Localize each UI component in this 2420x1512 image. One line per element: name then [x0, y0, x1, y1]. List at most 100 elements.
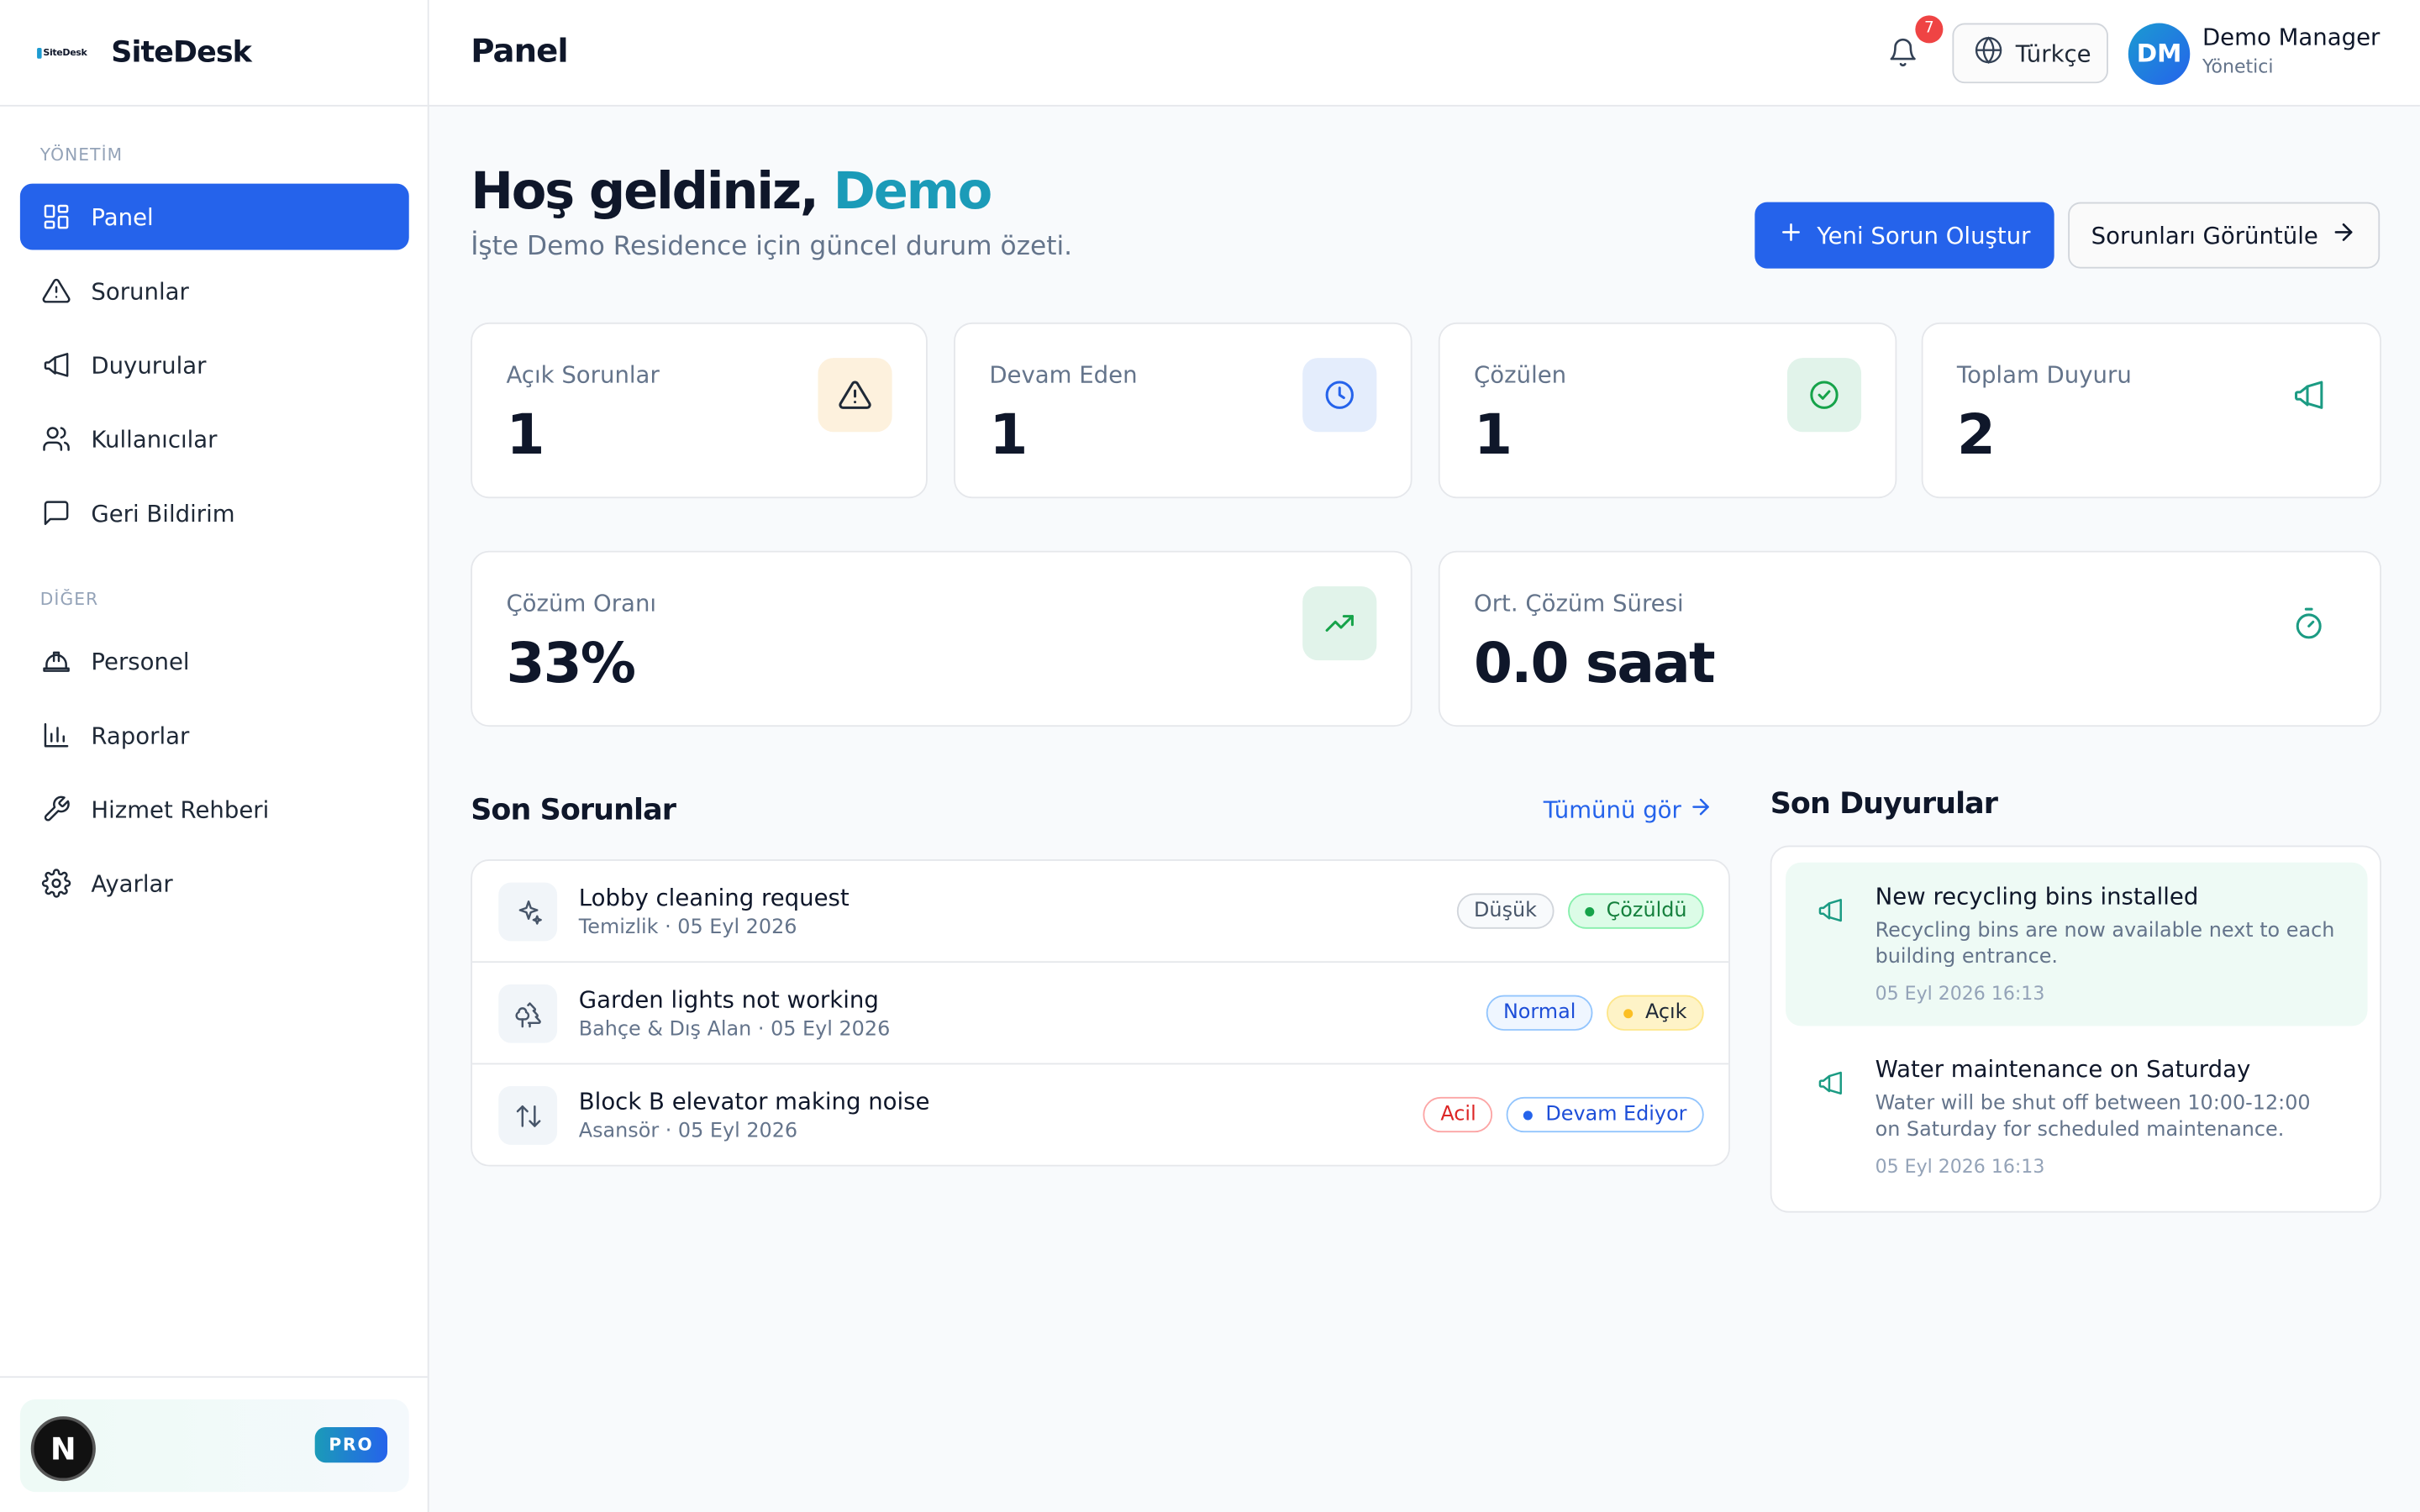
sidebar-item-sorunlar[interactable]: Sorunlar — [20, 258, 409, 324]
arrow-right-icon — [2318, 219, 2357, 252]
announcement-date: 05 Eyl 2026 16:13 — [1875, 982, 2045, 1005]
issue-title: Garden lights not working — [578, 985, 879, 1014]
stat-value: 1 — [989, 404, 1028, 468]
stat-label: Çözüm Oranı — [506, 589, 657, 617]
recent-announcements-title: Son Duyurular — [1770, 786, 1998, 822]
sidebar-item-kullanicilar[interactable]: Kullanıcılar — [20, 406, 409, 472]
megaphone-icon — [2272, 358, 2346, 432]
stat-label: Ort. Çözüm Süresi — [1474, 589, 1684, 617]
wrench-icon — [40, 794, 71, 825]
announcement-body: Water will be shut off between 10:00-12:… — [1875, 1092, 2311, 1142]
issue-row[interactable]: Garden lights not working Bahçe & Dış Al… — [472, 963, 1729, 1065]
announcement-item[interactable]: New recycling bins installed Recycling b… — [1786, 862, 2368, 1026]
user-name[interactable]: Demo Manager — [2202, 24, 2380, 51]
sidebar-item-label: Panel — [91, 202, 154, 231]
brand-logo: SiteDesk — [37, 43, 92, 61]
bar-chart-icon — [40, 720, 71, 751]
arrow-right-icon — [1681, 795, 1714, 826]
stat-value: 1 — [1474, 404, 1512, 468]
stat-card-avg-resolution-time[interactable]: Ort. Çözüm Süresi 0.0 saat — [1438, 550, 2382, 727]
notification-count-badge: 7 — [1915, 15, 1944, 44]
dashboard-icon — [40, 202, 71, 233]
nav-section-management: YÖNETİM — [39, 144, 124, 165]
sidebar-item-label: Duyurular — [91, 350, 207, 379]
status-label: Devam Ediyor — [1545, 1103, 1687, 1126]
plus-icon — [1778, 219, 1817, 252]
stat-card-open-issues[interactable]: Açık Sorunlar 1 — [471, 322, 928, 499]
announcement-item[interactable]: Water maintenance on Saturday Water will… — [1786, 1035, 2367, 1199]
sidebar-item-geri-bildirim[interactable]: Geri Bildirim — [20, 480, 409, 546]
top-header: Panel 7 Türkçe DM Demo Manager Yönetici — [429, 0, 2420, 107]
issue-row[interactable]: Block B elevator making noise Asansör · … — [472, 1064, 1728, 1164]
status-dot — [1623, 1008, 1634, 1018]
sidebar-item-label: Sorunlar — [91, 276, 189, 305]
sidebar-item-label: Geri Bildirim — [91, 499, 235, 528]
pro-badge: PRO — [314, 1426, 388, 1463]
trees-icon — [498, 984, 558, 1043]
recent-issues-title: Son Sorunlar — [471, 793, 676, 827]
globe-icon — [1974, 35, 2016, 71]
status-badge: Çözüldü — [1567, 893, 1704, 929]
see-all-label: Tümünü gör — [1543, 795, 1681, 824]
nav-management: Panel Sorunlar Duyurular Kullanıcılar Ge… — [19, 183, 409, 554]
issue-meta: Temizlik · 05 Eyl 2026 — [578, 916, 797, 940]
view-issues-button[interactable]: Sorunları Görüntüle — [2068, 202, 2381, 269]
stat-card-resolved[interactable]: Çözülen 1 — [1438, 322, 1897, 499]
issue-title: Block B elevator making noise — [578, 1087, 930, 1116]
sparkles-icon — [498, 882, 558, 942]
language-selector[interactable]: Türkçe — [1952, 23, 2108, 84]
stat-card-announcements[interactable]: Toplam Duyuru 2 — [1921, 322, 2382, 499]
status-badge: Açık — [1607, 995, 1704, 1031]
status-dot — [1584, 906, 1594, 916]
brand-name: SiteDesk — [111, 35, 252, 70]
users-icon — [40, 423, 71, 454]
sidebar-item-label: Personel — [91, 647, 190, 675]
announcement-title: Water maintenance on Saturday — [1875, 1055, 2251, 1084]
stat-card-in-progress[interactable]: Devam Eden 1 — [954, 322, 1413, 499]
notifications-button[interactable] — [1887, 37, 1924, 74]
new-issue-button[interactable]: Yeni Sorun Oluştur — [1754, 202, 2054, 269]
announcement-title: New recycling bins installed — [1875, 882, 2199, 911]
sidebar-item-label: Ayarlar — [91, 869, 173, 898]
megaphone-icon — [1817, 1069, 1844, 1097]
brand-logo-text: SiteDesk — [43, 47, 87, 58]
sidebar-item-hizmet-rehberi[interactable]: Hizmet Rehberi — [20, 776, 409, 843]
welcome-greeting: Hoş geldiniz, — [471, 160, 819, 221]
sidebar: SiteDesk SiteDesk YÖNETİM Panel Sorunlar… — [0, 0, 429, 1512]
stat-card-resolution-rate[interactable]: Çözüm Oranı 33% — [471, 550, 1413, 727]
issue-meta: Bahçe & Dış Alan · 05 Eyl 2026 — [578, 1018, 891, 1042]
bell-icon — [1887, 38, 1918, 74]
welcome-subtitle: İşte Demo Residence için güncel durum öz… — [471, 231, 1073, 263]
page-title: Panel — [471, 32, 568, 70]
sidebar-item-ayarlar[interactable]: Ayarlar — [20, 850, 409, 916]
sidebar-item-label: Hizmet Rehberi — [91, 795, 270, 823]
priority-badge: Düşük — [1456, 893, 1555, 929]
recent-announcements-list: New recycling bins installed Recycling b… — [1770, 845, 2382, 1213]
issue-row[interactable]: Lobby cleaning request Temizlik · 05 Eyl… — [472, 861, 1729, 963]
welcome-heading: Hoş geldiniz, Demo — [471, 160, 992, 221]
user-avatar[interactable]: DM — [2128, 23, 2191, 86]
trending-up-icon — [1302, 585, 1377, 661]
brand[interactable]: SiteDesk SiteDesk — [0, 0, 428, 107]
issue-meta: Asansör · 05 Eyl 2026 — [578, 1120, 798, 1143]
stat-value: 33% — [506, 633, 636, 696]
priority-badge: Acil — [1423, 1096, 1493, 1133]
view-issues-label: Sorunları Görüntüle — [2091, 221, 2318, 249]
see-all-link[interactable]: Tümünü gör — [1544, 795, 1714, 826]
dev-tools-avatar[interactable]: N — [30, 1416, 96, 1482]
sidebar-item-raporlar[interactable]: Raporlar — [20, 702, 409, 769]
stat-value: 1 — [506, 404, 544, 468]
issue-title: Lobby cleaning request — [578, 884, 850, 912]
sidebar-item-panel[interactable]: Panel — [19, 183, 409, 250]
timer-icon — [2272, 586, 2346, 660]
megaphone-icon — [40, 349, 71, 381]
stat-label: Açık Sorunlar — [506, 360, 660, 389]
sidebar-item-personel[interactable]: Personel — [20, 628, 409, 695]
recent-issues-list: Lobby cleaning request Temizlik · 05 Eyl… — [471, 859, 1730, 1167]
sidebar-item-label: Raporlar — [91, 721, 190, 749]
warning-icon — [40, 276, 71, 307]
sidebar-item-duyurular[interactable]: Duyurular — [20, 332, 409, 398]
user-role: Yönetici — [2202, 55, 2274, 77]
stat-value: 2 — [1956, 404, 1996, 468]
new-issue-label: Yeni Sorun Oluştur — [1817, 221, 2031, 249]
